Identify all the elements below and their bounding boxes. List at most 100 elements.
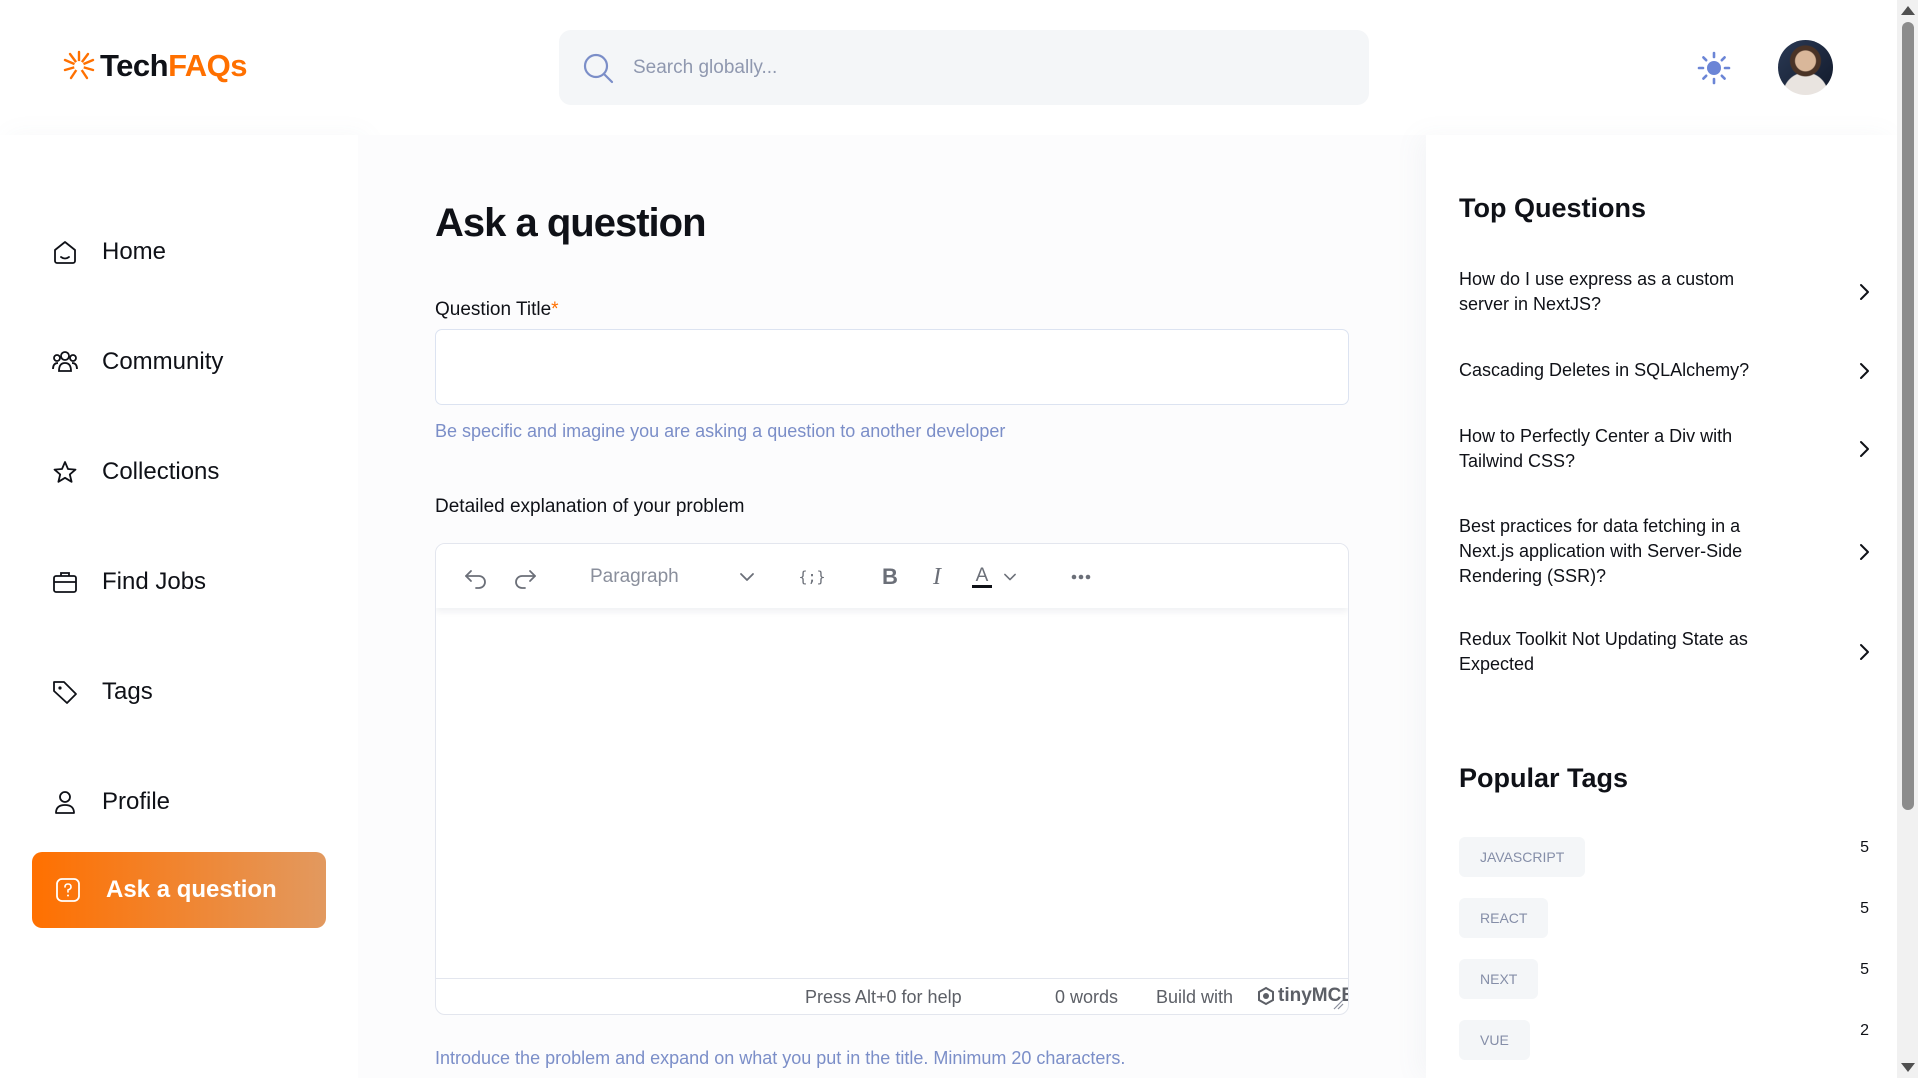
svg-text:A: A xyxy=(976,565,989,586)
bold-button[interactable]: B xyxy=(874,561,906,593)
top-question-text: How to Perfectly Center a Div with Tailw… xyxy=(1459,426,1733,471)
top-question-item[interactable]: How do I use express as a custom server … xyxy=(1459,267,1875,317)
top-questions-title: Top Questions xyxy=(1459,193,1646,223)
scrollbar-thumb[interactable] xyxy=(1902,22,1914,810)
users-icon xyxy=(52,351,78,372)
popular-tag-row: NEXT 5 xyxy=(1459,959,1869,999)
undo-button[interactable] xyxy=(460,561,492,593)
logo-text: TechFAQs xyxy=(100,48,248,84)
chevron-right-icon xyxy=(1860,362,1869,379)
briefcase-icon xyxy=(53,572,77,593)
top-question-item[interactable]: How to Perfectly Center a Div with Tailw… xyxy=(1459,424,1875,474)
top-question-text: Redux Toolkit Not Updating State as Expe… xyxy=(1459,629,1748,674)
popular-tags-title: Popular Tags xyxy=(1459,763,1629,793)
chevron-right-icon xyxy=(1860,284,1869,300)
tag-badge[interactable]: JAVASCRIPT xyxy=(1459,837,1586,877)
logo[interactable]: TechFAQs xyxy=(62,48,248,84)
editor-toolbar: Paragraph {;} B I A xyxy=(436,544,1348,608)
question-title-input[interactable] xyxy=(435,329,1349,405)
avatar[interactable] xyxy=(1778,40,1833,95)
tag-badge[interactable]: NEXT xyxy=(1459,959,1539,999)
sidebar-item-community[interactable]: Community xyxy=(50,342,223,382)
tag-icon xyxy=(53,681,77,704)
global-search[interactable] xyxy=(559,30,1369,105)
text-color-dropdown[interactable] xyxy=(998,561,1022,593)
tag-count: 2 xyxy=(1860,1022,1869,1039)
tag-count: 5 xyxy=(1860,900,1869,917)
chevron-down-icon xyxy=(740,573,754,581)
editor-build-with: Build with xyxy=(1156,987,1234,1007)
right-sidebar: Top Questions How do I use express as a … xyxy=(1426,135,1897,1078)
svg-text:I: I xyxy=(932,564,942,590)
sun-icon[interactable] xyxy=(1697,51,1731,85)
sidebar-item-label: Profile xyxy=(102,788,171,815)
logo-sunburst-icon xyxy=(63,50,95,80)
editor-word-count: 0 words xyxy=(1055,987,1119,1007)
tag-badge[interactable]: VUE xyxy=(1459,1020,1530,1060)
bold-icon: B xyxy=(882,564,898,589)
sidebar-item-collections[interactable]: Collections xyxy=(50,452,219,492)
logo-text-tech: Tech xyxy=(100,48,169,83)
user-icon xyxy=(55,791,75,814)
sidebar-item-label: Home xyxy=(102,238,167,265)
editor-help-text: Press Alt+0 for help xyxy=(805,987,962,1007)
page-title: Ask a question xyxy=(435,201,707,245)
undo-icon xyxy=(465,570,486,589)
explanation-label: Detailed explanation of your problem xyxy=(435,496,745,517)
search-input[interactable] xyxy=(633,56,1333,79)
block-format-select[interactable]: Paragraph xyxy=(590,562,756,592)
question-icon xyxy=(56,878,80,902)
sidebar-item-label: Collections xyxy=(102,458,220,485)
text-color-button[interactable]: A xyxy=(966,561,998,593)
star-icon xyxy=(53,461,77,483)
chevron-right-icon xyxy=(1860,543,1869,560)
question-title-label: Question Title* xyxy=(435,299,559,321)
code-braces-icon: {;} xyxy=(798,568,825,586)
redo-icon xyxy=(515,570,536,589)
popular-tag-row: REACT 5 xyxy=(1459,898,1869,938)
sidebar-item-home[interactable]: Home xyxy=(50,232,166,272)
main-content: Ask a question Question Title* Be specif… xyxy=(358,135,1426,1078)
sidebar-item-profile[interactable]: Profile xyxy=(50,782,170,822)
page-scrollbar[interactable] xyxy=(1897,0,1918,1078)
svg-text:B: B xyxy=(882,564,898,589)
tag-count: 5 xyxy=(1860,961,1869,978)
top-question-item[interactable]: Cascading Deletes in SQLAlchemy? xyxy=(1459,358,1875,383)
ask-question-button[interactable]: Ask a question xyxy=(32,852,326,928)
required-asterisk: * xyxy=(551,299,559,320)
rich-text-editor[interactable]: Paragraph {;} B I A Press Alt+0 for help… xyxy=(435,543,1349,1015)
italic-icon: I xyxy=(932,564,942,590)
tag-badge[interactable]: REACT xyxy=(1459,898,1549,938)
redo-button[interactable] xyxy=(509,561,541,593)
resize-handle-icon[interactable] xyxy=(1332,998,1344,1010)
block-format-value: Paragraph xyxy=(590,566,679,587)
chevron-right-icon xyxy=(1860,441,1869,457)
top-question-item[interactable]: Best practices for data fetching in a Ne… xyxy=(1459,514,1875,589)
search-icon xyxy=(583,53,614,83)
text-color-icon: A xyxy=(972,565,992,588)
editor-content-area[interactable] xyxy=(436,608,1348,980)
editor-statusbar: Press Alt+0 for help 0 words Build with … xyxy=(436,978,1348,1014)
italic-button[interactable]: I xyxy=(921,561,953,593)
sidebar-item-label: Community xyxy=(102,348,224,375)
sidebar-item-tags[interactable]: Tags xyxy=(50,672,153,712)
svg-text:{;}: {;} xyxy=(798,568,825,586)
more-options-button[interactable] xyxy=(1065,561,1097,593)
sidebar-item-label: Find Jobs xyxy=(102,568,207,595)
chevron-right-icon xyxy=(1860,644,1869,660)
sidebar-item-find-jobs[interactable]: Find Jobs xyxy=(50,562,206,602)
title-hint: Be specific and imagine you are asking a… xyxy=(435,421,1006,441)
explanation-hint: Introduce the problem and expand on what… xyxy=(435,1048,1126,1068)
top-question-text: Best practices for data fetching in a Ne… xyxy=(1459,516,1743,586)
chevron-down-icon xyxy=(1004,573,1016,581)
sidebar-item-label: Tags xyxy=(102,678,153,705)
top-question-text: How do I use express as a custom server … xyxy=(1459,269,1735,314)
question-title-label-text: Question Title xyxy=(435,299,552,320)
code-sample-button[interactable]: {;} xyxy=(796,561,828,593)
top-question-item[interactable]: Redux Toolkit Not Updating State as Expe… xyxy=(1459,627,1875,677)
ask-question-label: Ask a question xyxy=(106,876,277,903)
scroll-down-arrow-icon[interactable] xyxy=(1901,1063,1915,1072)
top-navbar: TechFAQs xyxy=(0,0,1897,135)
scroll-up-arrow-icon[interactable] xyxy=(1901,6,1915,15)
popular-tag-row: JAVASCRIPT 5 xyxy=(1459,837,1869,877)
